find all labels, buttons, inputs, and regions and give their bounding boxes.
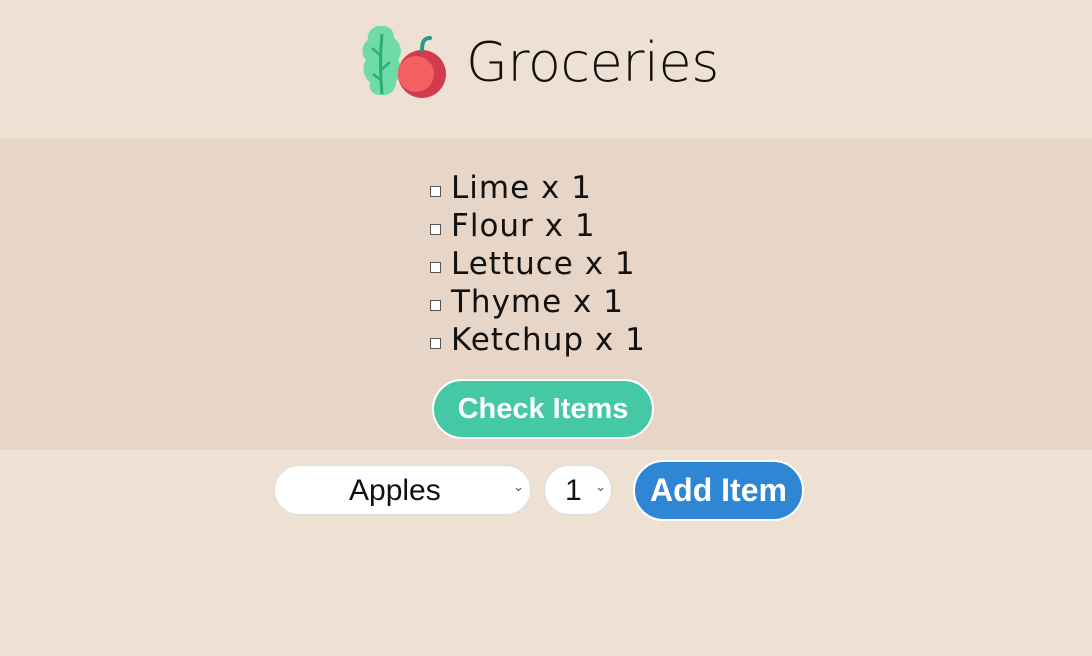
check-items-button[interactable]: Check Items: [432, 379, 654, 439]
item-checkbox[interactable]: [430, 223, 441, 235]
list-item: Ketchup x 1: [430, 321, 646, 359]
item-checkbox[interactable]: [430, 337, 441, 349]
product-select-value: Apples: [349, 474, 441, 507]
item-checkbox[interactable]: [430, 299, 441, 311]
item-label: Thyme x 1: [451, 284, 624, 320]
groceries-logo-icon: [362, 25, 446, 98]
quantity-select-value: 1: [565, 474, 582, 507]
add-item-button[interactable]: Add Item: [633, 460, 804, 521]
item-label: Flour x 1: [451, 208, 596, 244]
header: Groceries: [0, 0, 1092, 139]
item-label: Ketchup x 1: [451, 322, 646, 358]
list-item: Flour x 1: [430, 207, 646, 245]
item-checkbox[interactable]: [430, 261, 441, 273]
list-item: Lime x 1: [430, 169, 646, 207]
chevron-down-icon: ⌄: [595, 480, 606, 495]
grocery-list-panel: Lime x 1 Flour x 1 Lettuce x 1 Thyme x 1…: [0, 139, 1092, 450]
quantity-select[interactable]: 1 ⌄: [544, 465, 612, 515]
item-checkbox[interactable]: [430, 185, 441, 197]
item-label: Lettuce x 1: [451, 246, 636, 282]
add-item-form: Apples ⌄ 1 ⌄ Add Item: [0, 450, 1092, 530]
item-label: Lime x 1: [451, 170, 592, 206]
page-title: Groceries: [466, 31, 719, 94]
list-item: Lettuce x 1: [430, 245, 646, 283]
grocery-list: Lime x 1 Flour x 1 Lettuce x 1 Thyme x 1…: [430, 169, 646, 359]
chevron-down-icon: ⌄: [513, 480, 524, 495]
product-select[interactable]: Apples ⌄: [274, 465, 531, 515]
list-item: Thyme x 1: [430, 283, 646, 321]
